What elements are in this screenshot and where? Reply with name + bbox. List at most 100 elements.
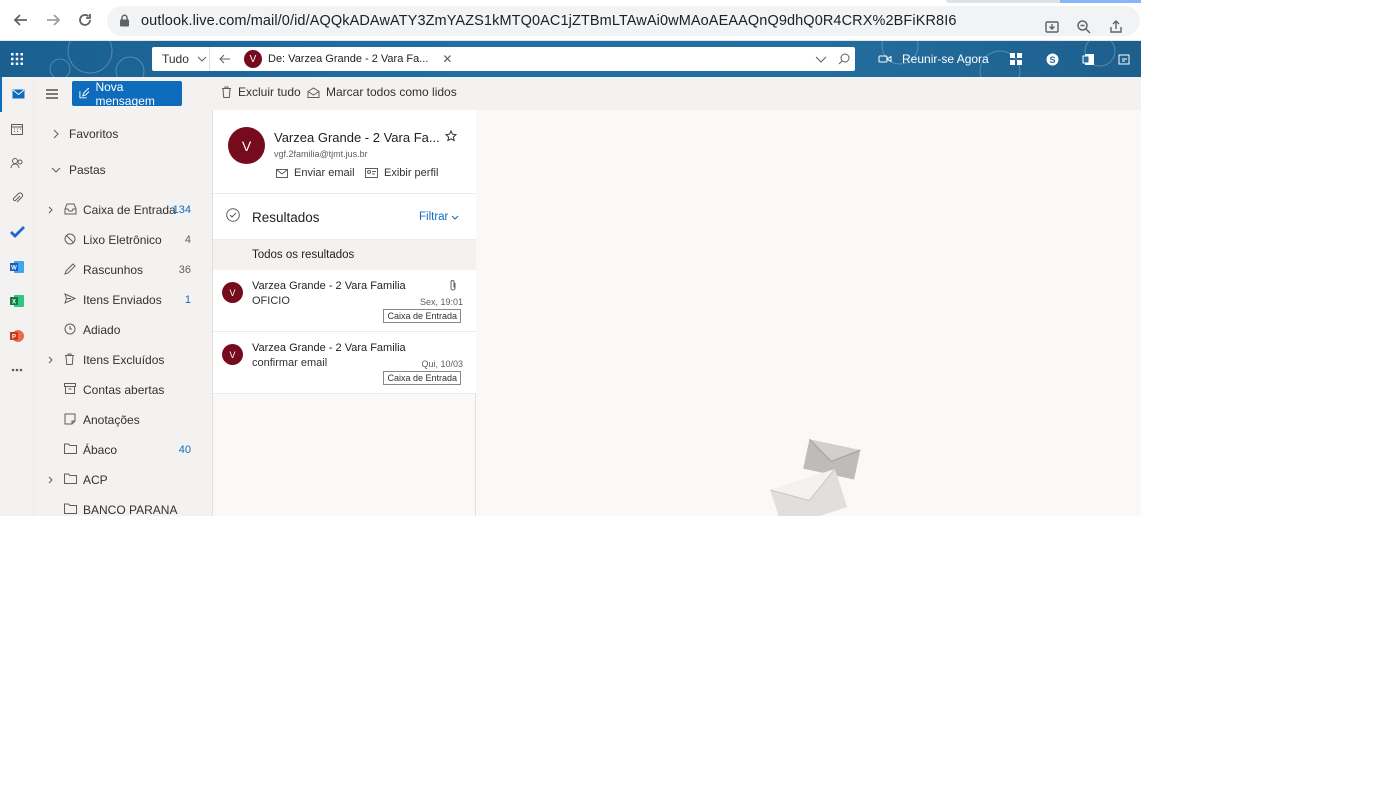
view-profile-button[interactable]: Exibir perfil (365, 167, 438, 179)
all-results-label: Todos os resultados (252, 249, 355, 261)
send-email-button[interactable]: Enviar email (276, 167, 355, 179)
results-header: Resultados Filtrar (213, 194, 476, 240)
filter-label: Filtrar (419, 211, 449, 223)
search-chip-avatar: V (244, 50, 262, 68)
outlook-header: Tudo V De: Varzea Grande - 2 Vara Fa... … (0, 41, 1141, 77)
star-icon[interactable] (445, 130, 457, 142)
folder-pane: Favoritos Pastas Caixa de Entrada 134 Li… (34, 110, 212, 516)
contact-card-icon (365, 168, 378, 178)
folder-label: Ábaco (83, 443, 118, 457)
list-item[interactable]: V Varzea Grande - 2 Vara Familia confirm… (213, 332, 476, 394)
search-chip-text: De: Varzea Grande - 2 Vara Fa... (268, 53, 429, 65)
unread-count: 1 (184, 294, 191, 306)
more-apps-icon[interactable] (0, 353, 34, 388)
new-message-button[interactable]: Nova mensagem (72, 79, 182, 108)
folder-label: Caixa de Entrada (83, 203, 176, 217)
envelopes-illustration (770, 438, 861, 516)
address-bar[interactable]: outlook.live.com/mail/0/id/AQQkADAwATY3Z… (107, 6, 1140, 36)
item-count: 36 (178, 264, 191, 276)
chevron-down-icon (48, 167, 64, 173)
folder-label: ACP (83, 473, 108, 487)
attach-icon[interactable] (0, 181, 34, 216)
folder-drafts[interactable]: Rascunhos 36 (34, 258, 212, 282)
folder-abaco[interactable]: Ábaco 40 (34, 438, 212, 462)
contact-email: vgf.2familia@tjmt.jus.br (274, 149, 368, 159)
search-scope-dropdown[interactable]: Tudo (152, 47, 210, 71)
folder-label: Rascunhos (83, 263, 144, 277)
reading-pane (477, 110, 1141, 516)
search-back-icon[interactable] (210, 54, 240, 64)
search-icon[interactable] (833, 53, 855, 65)
hamburger-icon[interactable] (46, 86, 58, 104)
new-message-label: Nova mensagem (95, 79, 155, 108)
favorites-section[interactable]: Favoritos (34, 122, 212, 146)
folder-label: BANCO PARANA (83, 503, 178, 516)
open-envelope-icon (307, 86, 320, 98)
word-icon[interactable]: W (0, 250, 34, 285)
folder-label: Contas abertas (83, 383, 165, 397)
todo-icon[interactable] (0, 215, 34, 250)
calendar-icon[interactable] (0, 112, 34, 147)
folder-acp[interactable]: ACP (34, 468, 212, 492)
folder-label: Anotações (83, 413, 140, 427)
folder-snoozed[interactable]: Adiado (34, 318, 212, 342)
compose-icon (79, 87, 90, 98)
mail-icon (276, 168, 288, 178)
folder-banco-parana[interactable]: BANCO PARANA (34, 498, 212, 516)
message-date: Sex, 19:01 (419, 297, 463, 307)
app-launcher-icon[interactable] (0, 41, 34, 77)
pencil-icon (64, 263, 76, 275)
message-date: Qui, 10/03 (421, 359, 463, 369)
mark-all-read-button[interactable]: Marcar todos como lidos (307, 85, 457, 99)
chip-close-icon[interactable]: ✕ (442, 52, 452, 66)
excel-icon[interactable]: X (0, 284, 34, 319)
contact-name: Varzea Grande - 2 Vara Fa... (274, 130, 440, 145)
folder-junk[interactable]: Lixo Eletrônico 4 (34, 228, 212, 252)
filter-button[interactable]: Filtrar (419, 211, 459, 223)
folder-icon (64, 443, 77, 454)
search-box[interactable]: Tudo V De: Varzea Grande - 2 Vara Fa... … (152, 47, 855, 71)
trash-icon (222, 86, 231, 98)
search-expand-icon[interactable] (809, 56, 833, 63)
app-frame: outlook.live.com/mail/0/id/AQQkADAwATY3Z… (0, 0, 1141, 516)
office-icon[interactable] (1070, 41, 1106, 77)
chevron-right-icon (48, 203, 53, 217)
my-day-icon[interactable] (998, 41, 1034, 77)
message-sender: Varzea Grande - 2 Vara Familia (252, 342, 406, 354)
send-icon (64, 293, 76, 304)
folder-label: Itens Excluídos (83, 353, 165, 367)
note-icon (64, 413, 76, 425)
folder-notes[interactable]: Anotações (34, 408, 212, 432)
delete-all-button[interactable]: Excluir tudo (221, 85, 301, 99)
back-icon[interactable] (5, 4, 37, 36)
avatar[interactable]: V (228, 127, 265, 164)
folders-section[interactable]: Pastas (34, 158, 212, 182)
meet-now-button[interactable]: Reunir-se Agora (878, 41, 989, 77)
mark-all-read-label: Marcar todos como lidos (326, 85, 457, 99)
reload-icon[interactable] (69, 4, 101, 36)
people-icon[interactable] (0, 146, 34, 181)
select-all-icon[interactable] (226, 208, 240, 222)
folder-archive[interactable]: Contas abertas (34, 378, 212, 402)
folder-icon (64, 473, 77, 484)
folder-label: Itens Enviados (83, 293, 162, 307)
contact-card: V Varzea Grande - 2 Vara Fa... vgf.2fami… (213, 110, 476, 194)
folder-inbox[interactable]: Caixa de Entrada 134 (34, 198, 212, 222)
forward-icon[interactable] (37, 4, 69, 36)
share-icon[interactable] (1100, 11, 1132, 43)
chevron-right-icon (48, 129, 64, 139)
search-scope-label: Tudo (162, 52, 189, 66)
folder-sent[interactable]: Itens Enviados 1 (34, 288, 212, 312)
meet-now-label: Reunir-se Agora (902, 52, 989, 66)
whats-new-icon[interactable] (1106, 41, 1141, 77)
results-title: Resultados (252, 210, 320, 225)
folder-deleted[interactable]: Itens Excluídos (34, 348, 212, 372)
powerpoint-icon[interactable]: P (0, 319, 34, 354)
install-icon[interactable] (1036, 11, 1068, 43)
mail-icon[interactable] (0, 77, 34, 112)
zoom-icon[interactable] (1068, 11, 1100, 43)
command-bar: Nova mensagem Excluir tudo Marcar todos … (34, 77, 1141, 110)
folder-label: Lixo Eletrônico (83, 233, 162, 247)
skype-icon[interactable]: S (1034, 41, 1070, 77)
list-item[interactable]: V Varzea Grande - 2 Vara Familia OFICIO … (213, 270, 476, 332)
